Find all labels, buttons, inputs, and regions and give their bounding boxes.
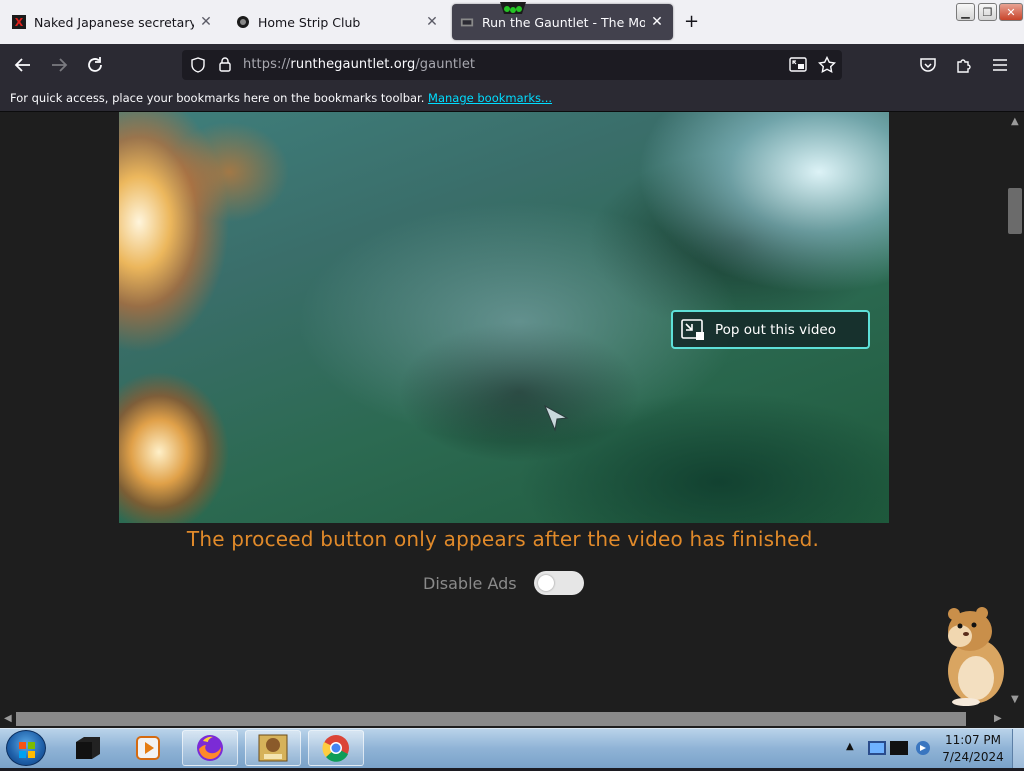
forward-arrow-icon [52, 58, 68, 72]
new-tab-plus-icon[interactable]: + [684, 11, 699, 32]
window-close-button[interactable]: ✕ [999, 3, 1023, 21]
reload-icon [88, 57, 102, 72]
taskbar-game-box[interactable] [245, 730, 301, 766]
tab-1-title: Naked Japanese secretary get u [34, 14, 194, 30]
taskbar-app-window[interactable] [60, 730, 116, 766]
picture-in-picture-icon [681, 318, 704, 340]
url-host: runthegauntlet.org [290, 57, 416, 72]
menu-button[interactable] [985, 50, 1015, 80]
bookmarks-toolbar: For quick access, place your bookmarks h… [0, 86, 1024, 112]
scroll-down-arrow-icon[interactable]: ▼ [1011, 694, 1019, 705]
restore-button[interactable]: ❐ [978, 3, 997, 21]
clock-time[interactable]: 11:07 PM [940, 733, 1006, 747]
hamster-mascot-icon[interactable] [938, 606, 1006, 706]
disable-ads-label: Disable Ads [423, 574, 517, 593]
pop-out-video-button[interactable]: Pop out this video [671, 310, 870, 349]
taskbar-firefox[interactable] [182, 730, 238, 766]
manage-bookmarks-link[interactable]: Manage bookmarks... [428, 91, 552, 105]
vertical-scroll-thumb[interactable] [1008, 188, 1022, 234]
extensions-button[interactable] [949, 50, 979, 80]
forward-button[interactable] [44, 50, 74, 80]
pop-out-label: Pop out this video [715, 321, 836, 338]
disable-ads-toggle[interactable] [534, 571, 584, 595]
close-icon[interactable]: ✕ [649, 14, 665, 30]
pocket-button[interactable] [913, 50, 943, 80]
lock-icon[interactable] [218, 56, 232, 73]
shield-icon[interactable] [190, 57, 206, 73]
hamburger-menu-icon [993, 59, 1007, 71]
picture-in-picture-icon[interactable] [789, 57, 807, 73]
close-icon[interactable]: ✕ [198, 14, 214, 30]
scroll-right-arrow-icon[interactable]: ▶ [994, 713, 1002, 724]
minimize-icon: ▁ [961, 5, 970, 19]
notch-indicator-icon [498, 0, 528, 16]
windows-logo-icon [19, 742, 35, 758]
tab-3-title: Run the Gauntlet - The Most Di [482, 14, 645, 30]
taskbar-media-player[interactable] [120, 730, 176, 766]
navigation-toolbar: https://runthegauntlet.org/gauntlet [0, 44, 1024, 86]
tab-1[interactable]: X Naked Japanese secretary get u ✕ [4, 4, 222, 40]
pocket-icon [920, 58, 936, 72]
circle-favicon-icon [236, 15, 250, 29]
url-path: /gauntlet [415, 57, 476, 72]
minimize-button[interactable]: ▁ [956, 3, 975, 21]
x-favicon-icon: X [12, 15, 26, 29]
close-icon[interactable]: ✕ [424, 14, 440, 30]
gauntlet-favicon-icon [460, 15, 474, 29]
puzzle-icon [957, 59, 971, 73]
chrome-icon [322, 735, 349, 762]
tab-2-title: Home Strip Club [258, 14, 361, 30]
tab-3-active[interactable]: Run the Gauntlet - The Most Di ✕ [452, 4, 673, 40]
show-desktop-button[interactable] [1012, 729, 1024, 768]
start-button[interactable] [6, 730, 46, 766]
taskbar-chrome[interactable] [308, 730, 364, 766]
app-window-icon [76, 737, 100, 759]
bookmarks-hint: For quick access, place your bookmarks h… [10, 91, 425, 105]
cursor-arrow-icon [543, 404, 569, 432]
proceed-notice: The proceed button only appears after th… [186, 527, 820, 551]
media-player-icon [136, 736, 160, 760]
url-bar[interactable]: https://runthegauntlet.org/gauntlet [182, 50, 842, 80]
url-scheme: https:// [243, 57, 291, 72]
restore-icon: ❐ [982, 5, 993, 19]
url-text[interactable]: https://runthegauntlet.org/gauntlet [243, 57, 475, 72]
bookmark-star-icon[interactable] [818, 56, 836, 74]
back-arrow-icon [14, 58, 30, 72]
horizontal-scroll-thumb[interactable] [16, 712, 966, 726]
close-icon: ✕ [1006, 5, 1016, 19]
scroll-up-arrow-icon[interactable]: ▲ [1011, 116, 1019, 127]
toggle-knob [538, 575, 554, 591]
tab-2[interactable]: Home Strip Club ✕ [228, 4, 448, 40]
scroll-left-arrow-icon[interactable]: ◀ [4, 713, 12, 724]
network-icon[interactable] [866, 737, 910, 761]
game-box-icon [258, 734, 288, 762]
clock-date[interactable]: 7/24/2024 [940, 750, 1006, 764]
back-button[interactable] [8, 50, 38, 80]
reload-button[interactable] [80, 50, 110, 80]
show-hidden-icons-arrow-icon[interactable]: ▲ [846, 741, 854, 752]
firefox-icon [197, 735, 223, 761]
video-player[interactable]: Pop out this video [119, 112, 889, 523]
volume-icon[interactable] [914, 739, 932, 757]
page-content: Pop out this video The proceed button on… [0, 112, 1006, 710]
tab-strip: X Naked Japanese secretary get u ✕ Home … [0, 0, 1024, 44]
